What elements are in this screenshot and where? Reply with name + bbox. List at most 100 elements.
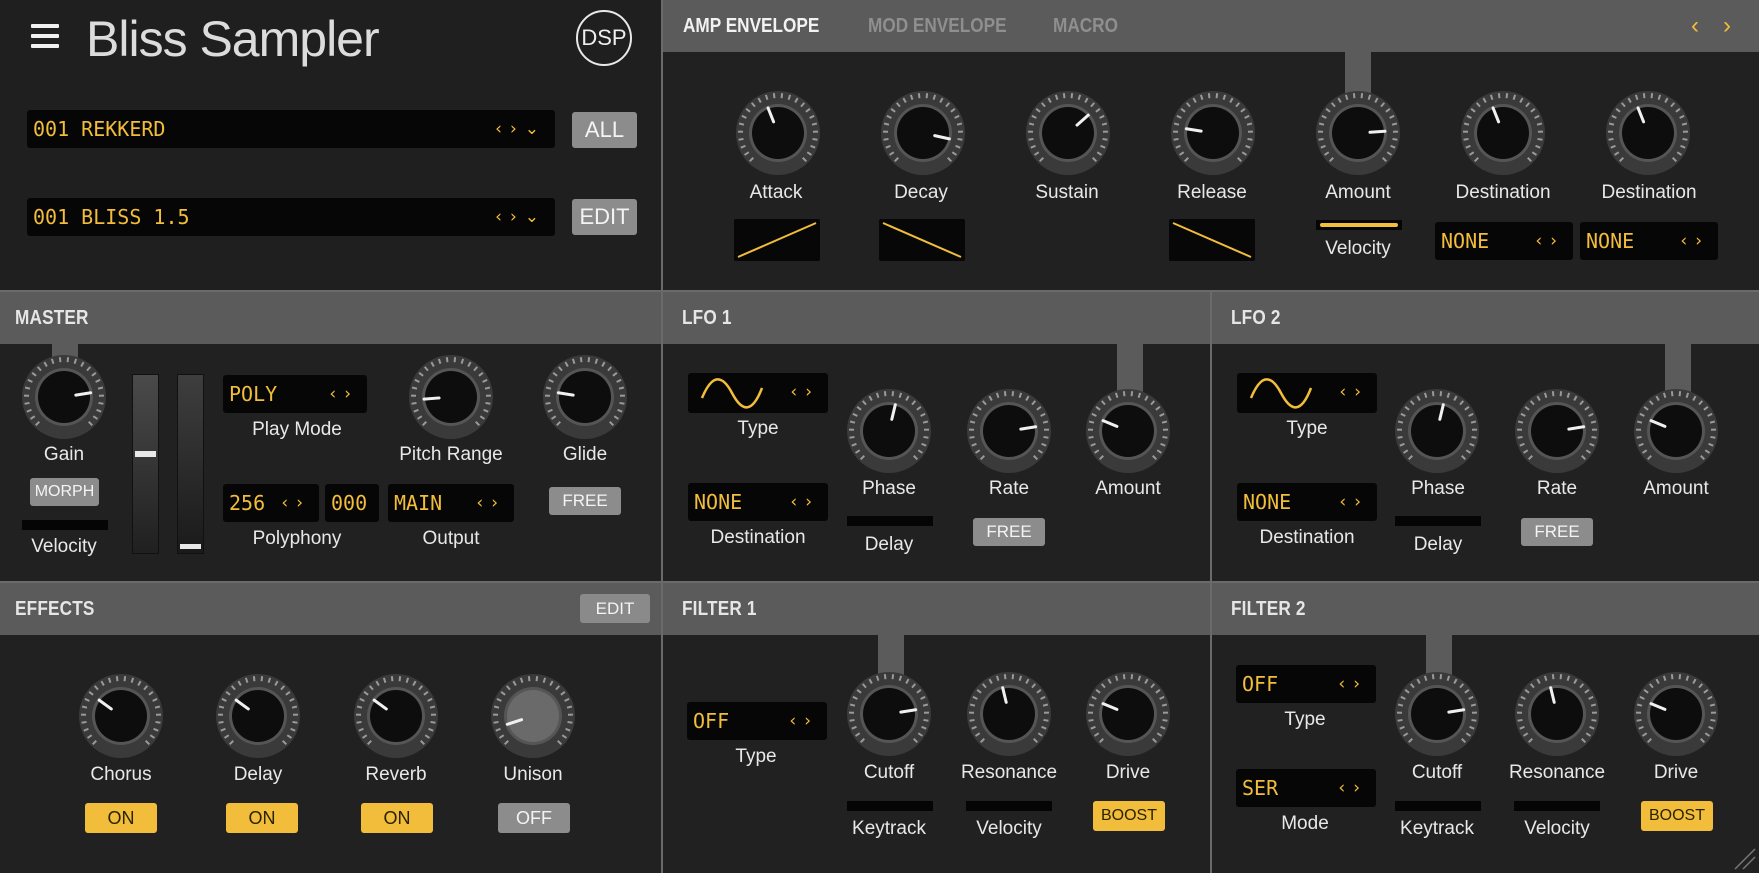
decay-curve-icon[interactable] xyxy=(879,219,965,261)
lfo1-phase-knob[interactable] xyxy=(846,388,932,479)
decay-knob[interactable] xyxy=(880,90,966,181)
lfo1-type-selector[interactable]: ‹› xyxy=(688,373,828,413)
attack-knob[interactable] xyxy=(735,90,821,181)
filter1-type-nav-arrows[interactable]: ‹› xyxy=(789,702,819,740)
dsp-button[interactable]: DSP xyxy=(576,10,632,66)
lfo2-phase-knob[interactable] xyxy=(1394,388,1480,479)
filter2-type-nav-arrows[interactable]: ‹› xyxy=(1338,665,1368,703)
tab-macro[interactable]: MACRO xyxy=(1053,15,1118,38)
menu-icon[interactable] xyxy=(31,24,59,54)
polyphony-nav-arrows[interactable]: ‹› xyxy=(281,484,311,522)
destination-knob-1[interactable] xyxy=(1460,90,1546,181)
tab-amp-envelope[interactable]: AMP ENVELOPE xyxy=(683,15,819,38)
tab-mod-envelope[interactable]: MOD ENVELOPE xyxy=(868,15,1007,38)
all-button[interactable]: ALL xyxy=(572,112,637,148)
chorus-knob[interactable] xyxy=(78,673,164,764)
sustain-knob[interactable] xyxy=(1025,90,1111,181)
program-selector[interactable]: 001 BLISS 1.5 ‹›⌄ xyxy=(27,198,555,236)
tab-prev-arrow[interactable]: ‹ xyxy=(1691,12,1699,40)
destination-value-1: NONE xyxy=(1441,229,1490,253)
lfo2-type-label: Type xyxy=(1286,418,1328,439)
output-selector[interactable]: MAIN ‹› xyxy=(388,484,514,522)
filter2-mode-selector[interactable]: SER ‹› xyxy=(1236,769,1376,807)
lfo1-destination-nav-arrows[interactable]: ‹› xyxy=(790,483,820,521)
filter2-resonance-knob[interactable] xyxy=(1514,671,1600,762)
fader-left-handle[interactable] xyxy=(135,451,156,457)
unison-knob[interactable] xyxy=(490,673,576,764)
chevron-down-icon[interactable]: ⌄ xyxy=(525,207,547,227)
filter1-boost-button[interactable]: BOOST xyxy=(1093,801,1165,831)
attack-curve-icon[interactable] xyxy=(734,219,820,261)
unison-toggle[interactable]: OFF xyxy=(498,803,570,833)
lfo2-type-selector[interactable]: ‹› xyxy=(1237,373,1377,413)
chevron-right-icon[interactable]: › xyxy=(510,207,525,227)
lfo1-amount-knob[interactable] xyxy=(1085,388,1171,479)
output-nav-arrows[interactable]: ‹› xyxy=(476,484,506,522)
lfo2-amount-knob[interactable] xyxy=(1633,388,1719,479)
glide-free-button[interactable]: FREE xyxy=(549,487,621,515)
fader-right-handle[interactable] xyxy=(180,544,201,549)
filter1-type-selector[interactable]: OFF ‹› xyxy=(687,702,827,740)
destination-nav-arrows-1[interactable]: ‹› xyxy=(1535,222,1565,260)
fader-left[interactable] xyxy=(132,374,159,554)
polyphony-extra[interactable]: 000 xyxy=(325,484,379,522)
chevron-right-icon[interactable]: › xyxy=(510,119,525,139)
delay-toggle[interactable]: ON xyxy=(226,803,298,833)
morph-button[interactable]: MORPH xyxy=(30,478,99,506)
bank-selector[interactable]: 001 REKKERD ‹›⌄ xyxy=(27,110,555,148)
reverb-knob[interactable] xyxy=(353,673,439,764)
filter2-mode-nav-arrows[interactable]: ‹› xyxy=(1338,769,1368,807)
lfo2-delay-bar[interactable] xyxy=(1395,516,1481,526)
reverb-toggle[interactable]: ON xyxy=(361,803,433,833)
lfo1-destination-selector[interactable]: NONE ‹› xyxy=(688,483,828,521)
program-nav-arrows[interactable]: ‹›⌄ xyxy=(495,198,547,236)
amount-knob[interactable] xyxy=(1315,90,1401,181)
bank-nav-arrows[interactable]: ‹›⌄ xyxy=(495,110,547,148)
velocity-bar[interactable] xyxy=(22,520,108,530)
lfo2-destination-selector[interactable]: NONE ‹› xyxy=(1237,483,1377,521)
gain-knob[interactable] xyxy=(21,354,107,445)
lfo1-type-nav-arrows[interactable]: ‹› xyxy=(790,373,820,411)
velocity-amount-bar[interactable] xyxy=(1316,220,1402,230)
glide-knob[interactable] xyxy=(542,354,628,445)
lfo1-rate-free-button[interactable]: FREE xyxy=(973,518,1045,546)
filter1-keytrack-bar[interactable] xyxy=(847,801,933,811)
chevron-left-icon[interactable]: ‹ xyxy=(495,207,510,227)
lfo2-rate-knob[interactable] xyxy=(1514,388,1600,479)
filter1-drive-knob[interactable] xyxy=(1085,671,1171,762)
chevron-down-icon[interactable]: ⌄ xyxy=(525,119,547,139)
filter1-cutoff-knob[interactable] xyxy=(846,671,932,762)
filter1-velocity-label: Velocity xyxy=(976,818,1042,839)
filter1-velocity-bar[interactable] xyxy=(966,801,1052,811)
polyphony-selector[interactable]: 256 ‹› xyxy=(223,484,319,522)
filter2-type-selector[interactable]: OFF ‹› xyxy=(1236,665,1376,703)
effects-edit-button[interactable]: EDIT xyxy=(580,594,650,623)
pitch-range-knob[interactable] xyxy=(408,354,494,445)
release-knob[interactable] xyxy=(1170,90,1256,181)
chorus-toggle[interactable]: ON xyxy=(85,803,157,833)
fader-right[interactable] xyxy=(177,374,204,554)
filter2-boost-button[interactable]: BOOST xyxy=(1641,801,1713,831)
resize-grip-icon[interactable] xyxy=(1731,845,1757,871)
play-mode-nav-arrows[interactable]: ‹› xyxy=(329,375,359,413)
release-curve-icon[interactable] xyxy=(1169,219,1255,261)
filter2-keytrack-bar[interactable] xyxy=(1395,801,1481,811)
filter2-cutoff-knob[interactable] xyxy=(1394,671,1480,762)
lfo2-rate-free-button[interactable]: FREE xyxy=(1521,518,1593,546)
filter1-resonance-knob[interactable] xyxy=(966,671,1052,762)
filter2-drive-knob[interactable] xyxy=(1633,671,1719,762)
destination-nav-arrows-2[interactable]: ‹› xyxy=(1680,222,1710,260)
destination-selector-2[interactable]: NONE ‹› xyxy=(1580,222,1718,260)
lfo1-delay-bar[interactable] xyxy=(847,516,933,526)
edit-program-button[interactable]: EDIT xyxy=(572,199,637,235)
tab-next-arrow[interactable]: › xyxy=(1723,12,1731,40)
play-mode-selector[interactable]: POLY ‹› xyxy=(223,375,367,413)
lfo2-type-nav-arrows[interactable]: ‹› xyxy=(1339,373,1369,411)
delay-knob[interactable] xyxy=(215,673,301,764)
chevron-left-icon[interactable]: ‹ xyxy=(495,119,510,139)
filter2-velocity-bar[interactable] xyxy=(1514,801,1600,811)
lfo2-destination-nav-arrows[interactable]: ‹› xyxy=(1339,483,1369,521)
destination-knob-2[interactable] xyxy=(1605,90,1691,181)
lfo1-rate-knob[interactable] xyxy=(966,388,1052,479)
destination-selector-1[interactable]: NONE ‹› xyxy=(1435,222,1573,260)
